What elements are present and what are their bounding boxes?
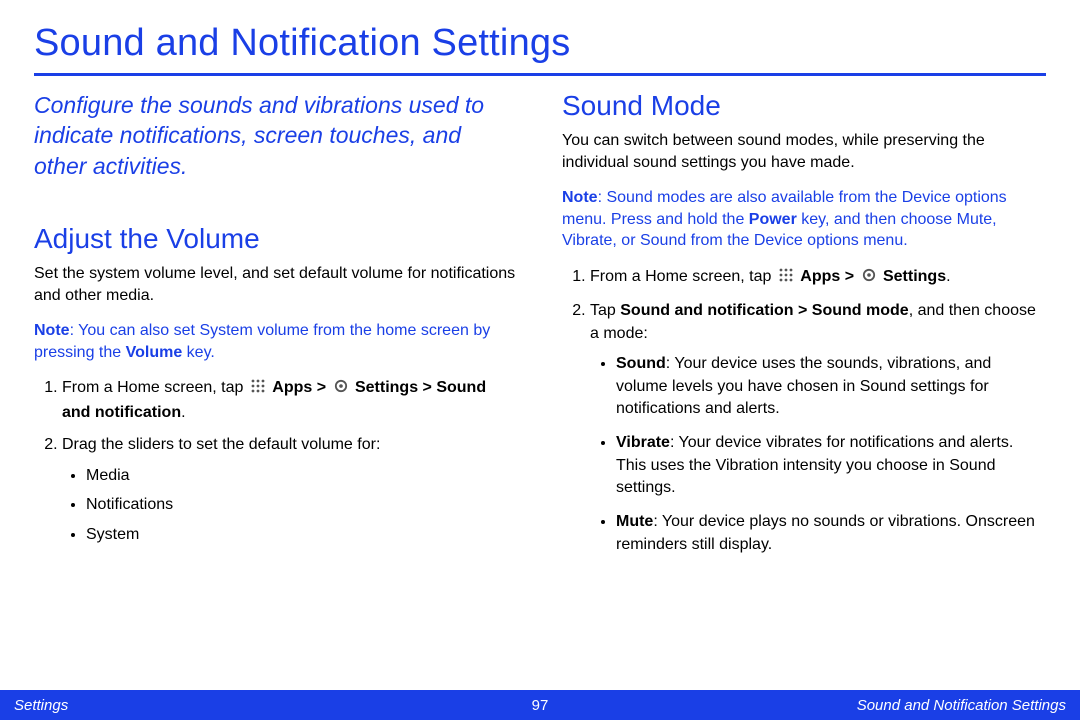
mode-desc: : Your device uses the sounds, vibration… [616, 355, 991, 417]
mode-mute: Mute: Your device plays no sounds or vib… [616, 511, 1046, 556]
apps-grid-icon [778, 267, 794, 290]
mode-sound: Sound: Your device uses the sounds, vibr… [616, 353, 1046, 420]
step-2-text: Drag the sliders to set the default volu… [62, 436, 380, 453]
step-1-text-a: From a Home screen, tap [62, 379, 248, 396]
step-1-apps: Apps > [272, 379, 330, 396]
note-keyword: Volume [126, 344, 183, 361]
step-1: From a Home screen, tap Apps > Settings … [62, 377, 518, 424]
bullet-media: Media [86, 465, 518, 487]
bullet-system: System [86, 524, 518, 546]
settings-gear-icon [333, 378, 349, 401]
adjust-volume-desc: Set the system volume level, and set def… [34, 263, 518, 306]
document-page: Sound and Notification Settings Configur… [0, 0, 1080, 720]
mode-title: Mute [616, 513, 653, 530]
note-label: Note [562, 189, 598, 206]
title-rule [34, 73, 1046, 76]
note-text-2: key. [182, 344, 215, 361]
footer-right: Sound and Notification Settings [857, 697, 1066, 714]
step-2-path: Sound and notification > Sound mode [620, 302, 908, 319]
adjust-volume-steps: From a Home screen, tap Apps > Settings … [34, 377, 518, 545]
step-1-period: . [946, 268, 950, 285]
sound-mode-steps: From a Home screen, tap Apps > Settings.… [562, 266, 1046, 556]
mode-desc: : Your device vibrates for notifications… [616, 434, 1013, 496]
page-title: Sound and Notification Settings [34, 22, 1046, 65]
step-1-text-a: From a Home screen, tap [590, 268, 776, 285]
adjust-volume-note: Note: You can also set System volume fro… [34, 320, 518, 363]
settings-gear-icon [861, 267, 877, 290]
note-keyword: Power [749, 211, 797, 228]
step-1: From a Home screen, tap Apps > Settings. [590, 266, 1046, 290]
note-label: Note [34, 322, 70, 339]
apps-grid-icon [250, 378, 266, 401]
sound-mode-desc: You can switch between sound modes, whil… [562, 130, 1046, 173]
footer-left: Settings [14, 697, 68, 714]
sound-mode-note: Note: Sound modes are also available fro… [562, 187, 1046, 252]
step-2: Drag the sliders to set the default volu… [62, 434, 518, 545]
sound-modes-list: Sound: Your device uses the sounds, vibr… [590, 353, 1046, 556]
right-column: Sound Mode You can switch between sound … [562, 90, 1046, 568]
bullet-notifications: Notifications [86, 494, 518, 516]
step-1-apps: Apps > [800, 268, 858, 285]
note-text-1: : You can also set System volume from th… [34, 322, 490, 361]
heading-sound-mode: Sound Mode [562, 90, 1046, 122]
step-2: Tap Sound and notification > Sound mode,… [590, 300, 1046, 556]
mode-vibrate: Vibrate: Your device vibrates for notifi… [616, 432, 1046, 499]
footer-page-number: 97 [532, 697, 549, 714]
two-column-layout: Configure the sounds and vibrations used… [34, 90, 1046, 568]
mode-title: Vibrate [616, 434, 670, 451]
mode-desc: : Your device plays no sounds or vibrati… [616, 513, 1035, 552]
page-footer: Settings 97 Sound and Notification Setti… [0, 690, 1080, 720]
left-column: Configure the sounds and vibrations used… [34, 90, 518, 568]
intro-text: Configure the sounds and vibrations used… [34, 90, 518, 181]
volume-sliders-list: Media Notifications System [62, 465, 518, 546]
step-1-settings: Settings [883, 268, 946, 285]
step-1-period: . [181, 404, 185, 421]
heading-adjust-volume: Adjust the Volume [34, 223, 518, 255]
step-2-text-a: Tap [590, 302, 620, 319]
mode-title: Sound [616, 355, 666, 372]
